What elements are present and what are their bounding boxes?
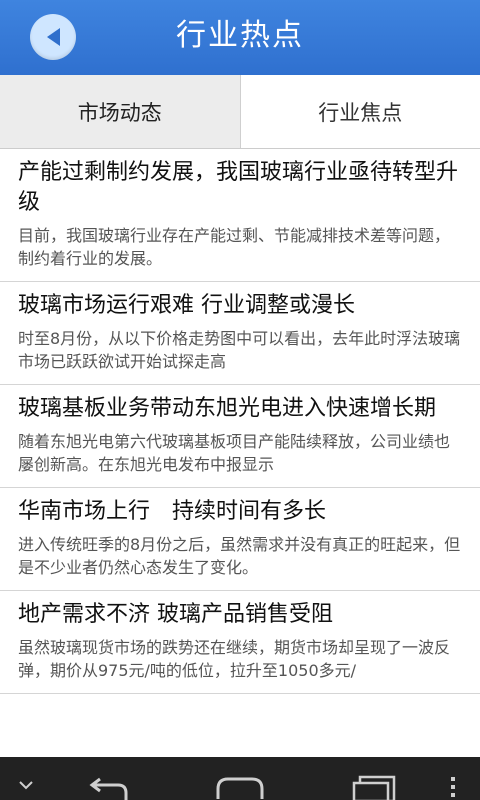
list-item[interactable]: 华南市场上行 持续时间有多长 进入传统旺季的8月份之后，虽然需求并没有真正的旺起… bbox=[0, 488, 480, 591]
list-item[interactable]: 玻璃基板业务带动东旭光电进入快速增长期 随着东旭光电第六代玻璃基板项目产能陆续释… bbox=[0, 385, 480, 488]
list-item[interactable]: 产能过剩制约发展，我国玻璃行业亟待转型升级 目前，我国玻璃行业存在产能过剩、节能… bbox=[0, 149, 480, 282]
article-title: 华南市场上行 持续时间有多长 bbox=[18, 499, 327, 524]
article-summary: 时至8月份，从以下价格走势图中可以看出，去年此时浮法玻璃市场已跃跃欲试开始试探走… bbox=[18, 329, 461, 371]
tab-bar: 市场动态 行业焦点 bbox=[0, 75, 480, 149]
article-title: 玻璃市场运行艰难 行业调整或漫长 bbox=[18, 293, 355, 318]
app-screen: 行业热点 市场动态 行业焦点 产能过剩制约发展，我国玻璃行业亟待转型升级 目前，… bbox=[0, 0, 480, 800]
article-title: 地产需求不济 玻璃产品销售受阻 bbox=[18, 602, 333, 627]
back-icon[interactable] bbox=[84, 777, 130, 800]
article-summary: 进入传统旺季的8月份之后，虽然需求并没有真正的旺起来，但是不少业者仍然心态发生了… bbox=[18, 535, 461, 577]
home-icon[interactable] bbox=[214, 775, 266, 800]
system-nav-bar bbox=[0, 757, 480, 800]
page-title: 行业热点 bbox=[176, 18, 304, 53]
article-summary: 随着东旭光电第六代玻璃基板项目产能陆续释放，公司业绩也屡创新高。在东旭光电发布中… bbox=[18, 432, 451, 474]
list-item[interactable]: 地产需求不济 玻璃产品销售受阻 虽然玻璃现货市场的跌势还在继续，期货市场却呈现了… bbox=[0, 591, 480, 694]
article-title: 产能过剩制约发展，我国玻璃行业亟待转型升级 bbox=[18, 160, 459, 215]
chevron-down-icon[interactable] bbox=[18, 779, 34, 791]
menu-icon[interactable] bbox=[448, 775, 458, 799]
article-summary: 虽然玻璃现货市场的跌势还在继续，期货市场却呈现了一波反弹，期价从975元/吨的低… bbox=[18, 638, 451, 680]
article-title: 玻璃基板业务带动东旭光电进入快速增长期 bbox=[18, 396, 437, 421]
tab-market-news[interactable]: 市场动态 bbox=[0, 75, 241, 148]
article-list: 产能过剩制约发展，我国玻璃行业亟待转型升级 目前，我国玻璃行业存在产能过剩、节能… bbox=[0, 149, 480, 694]
recent-apps-icon[interactable] bbox=[350, 775, 398, 800]
article-summary: 目前，我国玻璃行业存在产能过剩、节能减排技术差等问题，制约着行业的发展。 bbox=[18, 226, 451, 268]
tab-industry-focus[interactable]: 行业焦点 bbox=[240, 75, 480, 148]
header-bar: 行业热点 bbox=[0, 0, 480, 75]
list-item[interactable]: 玻璃市场运行艰难 行业调整或漫长 时至8月份，从以下价格走势图中可以看出，去年此… bbox=[0, 282, 480, 385]
